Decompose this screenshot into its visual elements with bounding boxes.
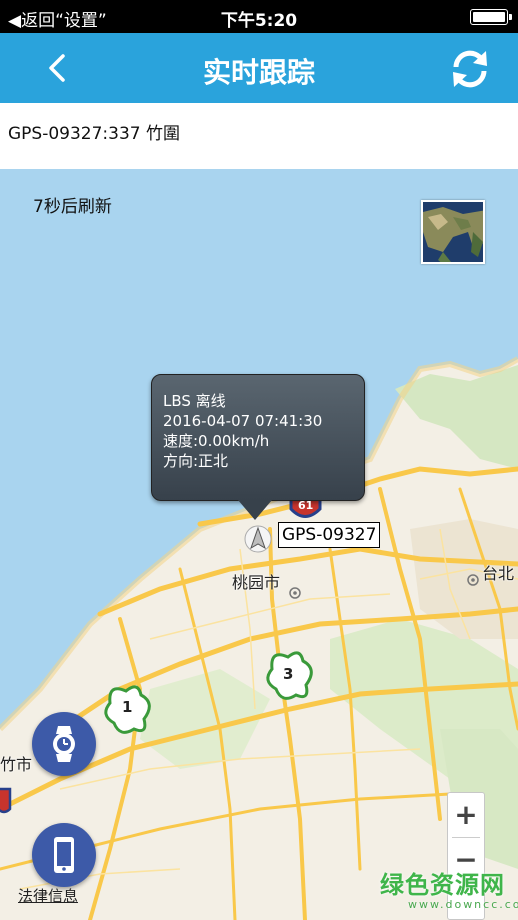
zoom-in-button[interactable]: + (448, 793, 484, 837)
page-title: 实时跟踪 (202, 56, 315, 89)
refresh-countdown: 7秒后刷新 (33, 197, 112, 217)
device-info-callout: LBS 离线 2016-04-07 07:41:30 速度:0.00km/h 方… (151, 374, 365, 520)
road-shield-61-label: 61 (298, 499, 314, 512)
watermark-text: 绿色资源网 (380, 871, 505, 899)
road-shield-partial (0, 787, 12, 814)
road-shield-1-label: 1 (122, 698, 133, 716)
map-view[interactable]: 7秒后刷新 LBS 离线 2016-04-07 07:41:30 速度:0.00… (0, 169, 518, 920)
status-time: 下午5:20 (220, 11, 298, 31)
device-marker-label: GPS-09327 (278, 522, 381, 548)
device-info-bar: GPS-09327:337 竹圍 (0, 103, 518, 169)
battery-icon (470, 9, 512, 25)
callout-timestamp: 2016-04-07 07:41:30 (163, 412, 323, 430)
watermark: 绿色资源网 www.downcc.com (380, 865, 518, 911)
phone-button[interactable] (32, 823, 96, 887)
device-location-marker[interactable] (244, 525, 272, 553)
satellite-thumbnail-icon (423, 202, 483, 262)
legal-info-link[interactable]: 法律信息 (18, 885, 78, 906)
watch-icon (53, 726, 75, 762)
callout-status: LBS 离线 (163, 392, 226, 410)
callout-tail (238, 500, 272, 520)
callout-speed: 速度:0.00km/h (163, 432, 270, 450)
refresh-icon (453, 50, 487, 88)
watermark-url: www.downcc.com (408, 898, 518, 911)
callout-direction: 方向:正北 (163, 452, 229, 470)
place-label-hsinchu: 竹市 (0, 755, 33, 774)
place-label-taipei: 台北 (482, 564, 515, 583)
satellite-view-toggle[interactable] (421, 200, 485, 264)
device-info-text: GPS-09327:337 竹圍 (8, 124, 181, 144)
phone-icon (54, 837, 74, 873)
status-bar: ◀返回“设置” 下午5:20 (0, 0, 518, 33)
road-shield-3-label: 3 (283, 665, 294, 683)
nav-bar: 实时跟踪 (0, 33, 518, 103)
place-label-taoyuan: 桃园市 (232, 573, 281, 592)
refresh-button[interactable] (446, 45, 494, 93)
navigation-arrow-icon (244, 525, 272, 553)
watch-button[interactable] (32, 712, 96, 776)
